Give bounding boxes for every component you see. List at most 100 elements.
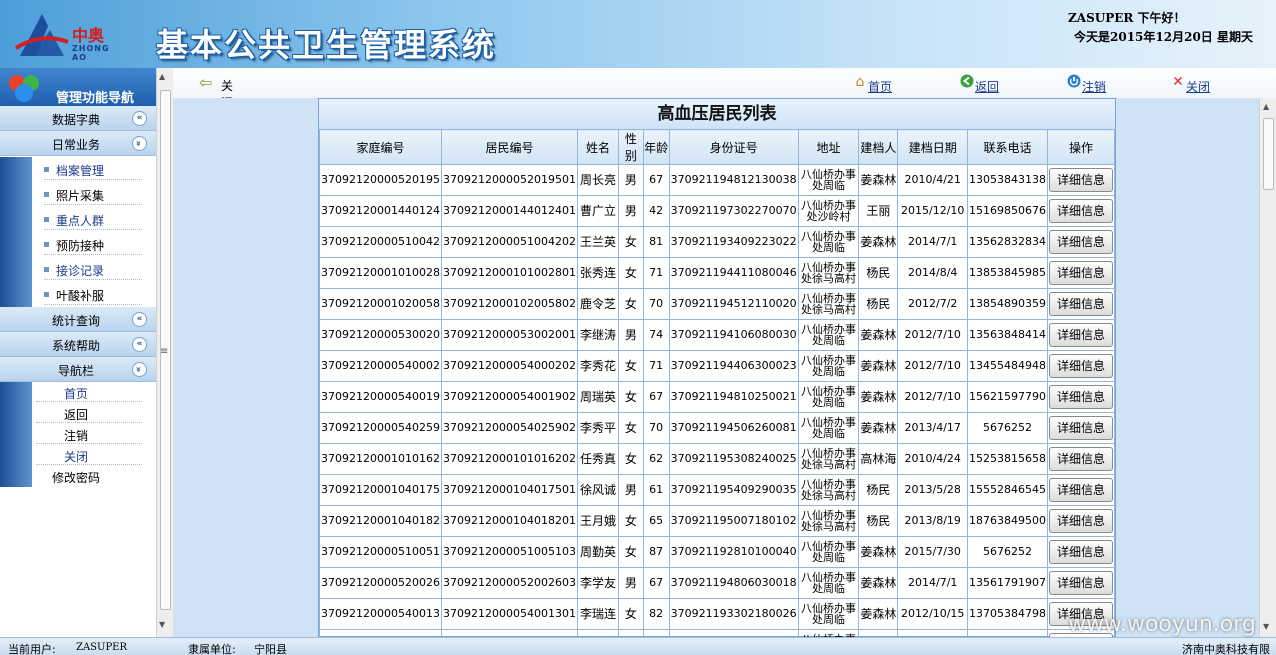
table-cell: 370921194806030018 [668,567,799,599]
resident-table: 家庭编号 居民编号 姓名 性别 年龄 身份证号 地址 建档人 建档日期 联系电话… [319,129,1116,637]
table-cell: 张秀连 [576,257,620,289]
scroll-up-icon[interactable]: ▲ [159,72,165,81]
column-header: 家庭编号 [319,129,442,165]
unit-label: 隶属单位: [188,643,236,655]
table-cell: 5676252 [966,412,1048,444]
detail-info-button[interactable]: 详细信息 [1048,199,1113,223]
detail-info-button[interactable]: 详细信息 [1048,230,1113,254]
sidebar-nav-close[interactable]: 关闭 [0,445,156,466]
table-cell: 女 [618,412,644,444]
action-cell: 详细信息 [1046,443,1116,475]
table-cell: 鹿令芝 [576,288,620,320]
table-cell: 2015/7/30 [897,536,968,568]
table-row: 37092120001010028 3709212000101002801 张秀连女… [319,257,1116,289]
company-logo: 中奥 ZHONG AO [12,6,122,62]
close-icon: ✕ [1172,74,1184,90]
sidebar-item-vaccination[interactable]: 预防接种 [0,232,156,257]
table-row: 37092120001440124 3709212000144012401 曹广立男… [319,195,1116,227]
bullet-icon [44,292,49,297]
table-cell: 王兰英 [576,226,620,258]
table-cell: 女 [618,629,644,637]
company-name: 济南中奥科技有限 [1182,643,1270,655]
table-cell: 八仙桥办事处周临 [797,536,860,568]
column-header: 操作 [1046,129,1116,165]
sidebar-section-daily[interactable]: 日常业务 « [0,131,156,156]
table-cell: 71 [642,350,670,382]
table-cell: 3709212000051005103 [440,536,578,568]
table-cell: 3709212000102005802 [440,288,578,320]
table-cell: 18763849500 [966,505,1048,537]
table-cell: 370921194512110020 [668,288,799,320]
scroll-down-icon[interactable]: ▼ [159,620,165,629]
table-cell: 女 [618,288,644,320]
detail-info-button[interactable]: 详细信息 [1048,385,1113,409]
table-cell: 李秀平 [576,412,620,444]
table-cell: 2014/8/4 [897,257,968,289]
sidebar-nav-home[interactable]: 首页 [0,382,156,403]
sidebar-item-key-groups[interactable]: 重点人群 [0,207,156,232]
table-cell: 李秀花 [576,350,620,382]
sidebar-item-archive[interactable]: 档案管理 [0,157,156,182]
main-scroll-thumb[interactable] [1263,118,1274,190]
table-cell: 2013/8/19 [897,505,968,537]
table-cell: 37092120000520026 [319,567,442,599]
sidebar-section-help[interactable]: 系统帮助 « [0,332,156,357]
table-cell: 姜森林 [858,598,899,630]
action-cell: 详细信息 [1046,567,1116,599]
scroll-up-icon[interactable]: ▲ [1263,102,1269,111]
table-cell: 370921193409223022 [668,226,799,258]
sidebar-section-navbar[interactable]: 导航栏 « [0,357,156,382]
detail-info-button[interactable]: 详细信息 [1048,354,1113,378]
table-cell: 13562832834 [966,226,1048,258]
table-cell: 2015/12/10 [897,195,968,227]
table-cell: 15621597790 [966,381,1048,413]
table-cell: 70 [642,412,670,444]
table-row: 37092120001020058 3709212000102005802 鹿令芝女… [319,288,1116,320]
detail-info-button[interactable]: 详细信息 [1048,509,1113,533]
table-cell: 徐风诚 [576,474,620,506]
scroll-down-icon[interactable]: ▼ [1263,622,1269,631]
table-cell: 2014/7/1 [897,226,968,258]
detail-info-button[interactable]: 详细信息 [1048,323,1113,347]
table-cell: 姜森林 [858,226,899,258]
sidebar-section-data-dict[interactable]: 数据字典 « [0,106,156,131]
detail-info-button[interactable]: 详细信息 [1048,447,1113,471]
collapse-up-icon[interactable]: « [132,337,147,352]
logo-cn-text: 中奥 [72,26,105,45]
collapse-up-icon[interactable]: « [132,312,147,327]
action-cell: 详细信息 [1046,226,1116,258]
logo-en-text: ZHONG AO [72,44,110,62]
current-user-label: 当前用户: [8,643,56,655]
collapse-up-icon[interactable]: « [132,111,147,126]
detail-info-button[interactable]: 详细信息 [1048,416,1113,440]
table-cell: 13561791907 [966,567,1048,599]
detail-info-button[interactable]: 详细信息 [1048,478,1113,502]
sidebar-item-visit-records[interactable]: 接诊记录 [0,257,156,282]
table-cell: 男 [618,195,644,227]
action-cell: 详细信息 [1046,164,1116,196]
resident-list-panel: 高血压居民列表 家庭编号 居民编号 姓名 性别 年龄 身份证号 地址 建档人 建… [318,98,1116,637]
expand-down-icon[interactable]: « [132,362,147,377]
column-header: 建档人 [858,129,899,165]
table-cell: 37092120001010162 [319,443,442,475]
table-cell: 3709212000054025902 [440,412,578,444]
table-cell: 37092120001040175 [319,474,442,506]
table-cell: 八仙桥办事处周临 [797,412,860,444]
detail-info-button[interactable]: 详细信息 [1048,261,1113,285]
detail-info-button[interactable]: 详细信息 [1048,571,1113,595]
sidebar-change-password[interactable]: 修改密码 [0,466,156,487]
table-cell: 71 [642,257,670,289]
sidebar-item-folic-acid[interactable]: 叶酸补服 [0,282,156,307]
sidebar-nav-logout[interactable]: 注销 [0,424,156,445]
detail-info-button[interactable]: 详细信息 [1048,540,1113,564]
expand-down-icon[interactable]: « [132,136,147,151]
main-scrollbar[interactable]: ▲ ▼ [1259,98,1276,637]
sidebar-section-stats[interactable]: 统计查询 « [0,307,156,332]
detail-info-button[interactable]: 详细信息 [1048,292,1113,316]
detail-info-button[interactable]: 详细信息 [1048,168,1113,192]
sidebar-item-photo[interactable]: 照片采集 [0,182,156,207]
sidebar-nav-back[interactable]: 返回 [0,403,156,424]
splitter-handle-icon[interactable]: ≡ [160,346,168,357]
table-cell: 370921194506260081 [668,412,799,444]
table-cell: 37092120001020058 [319,288,442,320]
